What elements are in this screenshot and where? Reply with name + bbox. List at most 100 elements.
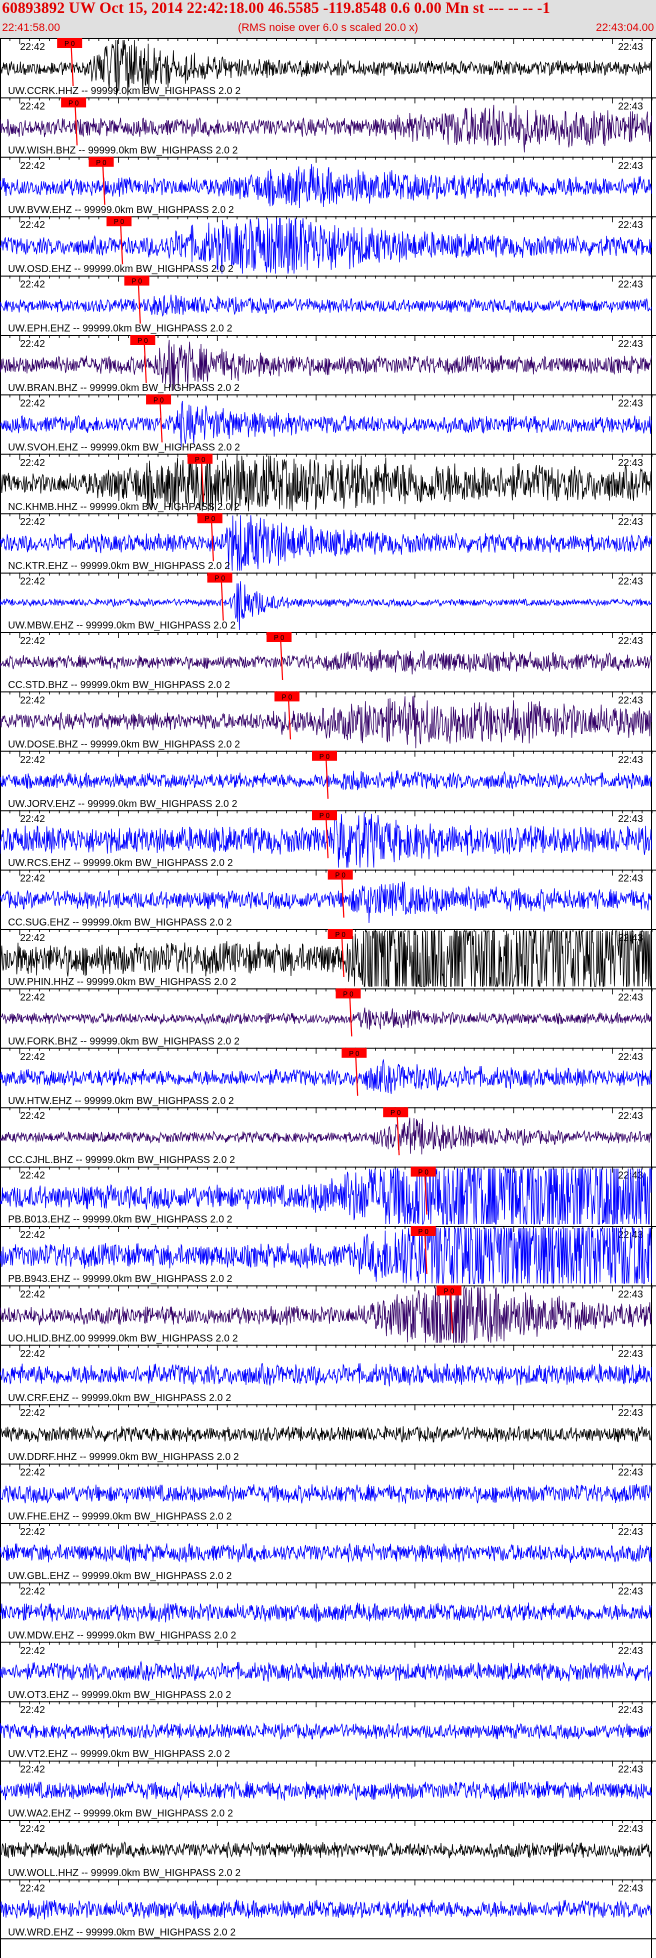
minute-label-left: 22:42 <box>20 1824 45 1835</box>
trace-30: 22:42 22:43 UW.WOLL.HHZ -- 99999.0km BW_HI… <box>0 1820 656 1879</box>
pick-label: P 0 <box>138 338 148 345</box>
minute-label-right: 22:43 <box>618 398 643 409</box>
station-label: UW.MDW.EHZ -- 99999.0km BW_HIGHPASS 2.0 … <box>8 1630 237 1641</box>
minute-label-left: 22:42 <box>20 874 45 885</box>
minute-label-left: 22:42 <box>20 1289 45 1300</box>
trace-0: 22:42 22:43 P 0 UW.CCRK.HHZ -- 99999.0km BW… <box>0 38 656 97</box>
pick-label: P 0 <box>343 991 353 998</box>
minute-label-right: 22:43 <box>618 1646 643 1657</box>
waveform <box>0 1722 652 1740</box>
minute-label-left: 22:42 <box>20 458 45 469</box>
trace-24: 22:42 22:43 UW.FHE.EHZ -- 99999.0km BW_HIG… <box>0 1463 656 1523</box>
pick-label: P 0 <box>282 694 292 701</box>
minute-label-left: 22:42 <box>20 992 45 1003</box>
minute-label-right: 22:43 <box>618 1883 643 1894</box>
pick-label: P 0 <box>274 635 284 642</box>
trace-23: 22:42 22:43 UW.DDRF.HHZ -- 99999.0km BW_HI… <box>0 1404 656 1463</box>
pick-line <box>355 1053 359 1096</box>
minute-label-left: 22:42 <box>20 1527 45 1538</box>
pick-label: P 0 <box>390 1110 400 1117</box>
minute-label-left: 22:42 <box>20 1765 45 1776</box>
waveform <box>0 1362 652 1387</box>
waveform <box>0 1059 652 1094</box>
waveform <box>0 1007 652 1030</box>
trace-2: 22:42 22:43 P 0 UW.BVW.EHZ -- 99999.0km BW_… <box>0 156 656 216</box>
waveform <box>0 294 652 317</box>
minute-label-right: 22:43 <box>618 874 643 885</box>
station-label: UW.RCS.EHZ -- 99999.0km BW_HIGHPASS 2.0 … <box>8 858 233 869</box>
minute-label-right: 22:43 <box>618 1586 643 1597</box>
minute-label-right: 22:43 <box>618 458 643 469</box>
station-label: UW.DOSE.BHZ -- 99999.0km BW_HIGHPASS 2.0… <box>8 739 241 750</box>
minute-label-left: 22:42 <box>20 517 45 528</box>
station-label: UW.OT3.EHZ -- 99999.0km BW_HIGHPASS 2.0 … <box>8 1690 232 1701</box>
minute-label-left: 22:42 <box>20 1883 45 1894</box>
waveform <box>0 1117 652 1155</box>
station-label: UW.WRD.EHZ -- 99999.0km BW_HIGHPASS 2.0 … <box>8 1927 236 1938</box>
minute-label-right: 22:43 <box>618 1468 643 1479</box>
header-bar: 60893892 UW Oct 15, 2014 22:42:18.00 46.… <box>0 0 656 38</box>
pick-line <box>287 697 292 740</box>
minute-label-right: 22:43 <box>618 1824 643 1835</box>
pick-line <box>137 281 141 324</box>
waveform <box>0 1660 652 1682</box>
trace-31: 22:42 22:43 UW.WRD.EHZ -- 99999.0km BW_HIG… <box>0 1879 656 1938</box>
station-label: UW.HTW.EHZ -- 99999.0km BW_HIGHPASS 2.0 … <box>8 1096 234 1107</box>
waveform <box>0 1899 652 1920</box>
minute-label-left: 22:42 <box>20 755 45 766</box>
trace-8: 22:42 22:43 P 0 NC.KTR.EHZ -- 99999.0km BW_… <box>0 513 656 572</box>
trace-9: 22:42 22:43 P 0 UW.MBW.EHZ -- 99999.0km BW_… <box>0 572 656 632</box>
minute-label-right: 22:43 <box>618 517 643 528</box>
trace-14: 22:42 22:43 P 0 CC.SUG.EHZ -- 99999.0km BW_… <box>0 869 656 929</box>
waveform <box>0 649 652 675</box>
station-label: UW.WISH.BHZ -- 99999.0km BW_HIGHPASS 2.0… <box>8 145 238 156</box>
minute-label-right: 22:43 <box>618 1111 643 1122</box>
pick-label: P 0 <box>418 1170 428 1177</box>
minute-label-left: 22:42 <box>20 280 45 291</box>
pick-label: P 0 <box>96 160 106 167</box>
minute-label-left: 22:42 <box>20 161 45 172</box>
minute-label-right: 22:43 <box>618 1349 643 1360</box>
minute-label-left: 22:42 <box>20 1408 45 1419</box>
waveform <box>0 1780 652 1801</box>
pick-label: P 0 <box>319 754 329 761</box>
minute-label-left: 22:42 <box>20 42 45 53</box>
waveform <box>0 1542 652 1563</box>
pick-line <box>325 816 329 859</box>
minute-label-left: 22:42 <box>20 1230 45 1241</box>
minute-label-left: 22:42 <box>20 1705 45 1716</box>
station-label: UW.BVW.EHZ -- 99999.0km BW_HIGHPASS 2.0 … <box>8 205 234 216</box>
trace-3: 22:42 22:43 P 0 UW.OSD.EHZ -- 99999.0km BW_… <box>0 216 656 275</box>
minute-label-right: 22:43 <box>618 42 643 53</box>
pick-label: P 0 <box>319 813 329 820</box>
minute-label-left: 22:42 <box>20 1349 45 1360</box>
minute-label-left: 22:42 <box>20 1111 45 1122</box>
minute-label-right: 22:43 <box>618 1705 643 1716</box>
minute-label-right: 22:43 <box>618 577 643 588</box>
minute-label-left: 22:42 <box>20 1586 45 1597</box>
pick-label: P 0 <box>335 873 345 880</box>
minute-label-right: 22:43 <box>618 1527 643 1538</box>
trace-6: 22:42 22:43 P 0 UW.SVOH.EHZ -- 99999.0km BW… <box>0 394 656 453</box>
trace-27: 22:42 22:43 UW.OT3.EHZ -- 99999.0km BW_HIG… <box>0 1641 656 1701</box>
trace-15: 22:42 22:43P 0UW.PHIN.HHZ -- 99999.0km BW… <box>0 929 656 988</box>
station-label: UW.CCRK.HHZ -- 99999.0km BW_HIGHPASS 2.0… <box>8 86 241 97</box>
seismogram-plot: 22:42 22:43 P 0 UW.CCRK.HHZ -- 99999.0km BW… <box>0 38 656 1958</box>
scaling-note: (RMS noise over 6.0 s scaled 20.0 x) <box>237 22 419 34</box>
pick-label: P 0 <box>153 397 163 404</box>
minute-label-left: 22:42 <box>20 1646 45 1657</box>
trace-25: 22:42 22:43 UW.GBL.EHZ -- 99999.0km BW_HIG… <box>0 1523 656 1582</box>
minute-label-right: 22:43 <box>618 636 643 647</box>
pick-label: P 0 <box>68 100 78 107</box>
station-label: NC.KTR.EHZ -- 99999.0km BW_HIGHPASS 2.0 … <box>8 561 231 572</box>
trace-10: 22:42 22:43 P 0 CC.STD.BHZ -- 99999.0km BW_… <box>0 632 656 691</box>
minute-label-right: 22:43 <box>618 1408 643 1419</box>
minute-label-right: 22:43 <box>618 101 643 112</box>
minute-label-left: 22:42 <box>20 1468 45 1479</box>
station-label: UW.JORV.EHZ -- 99999.0km BW_HIGHPASS 2.0… <box>8 799 238 810</box>
waveform <box>0 163 652 209</box>
station-label: UW.BRAN.BHZ -- 99999.0km BW_HIGHPASS 2.0… <box>8 383 240 394</box>
station-label: UW.PHIN.HHZ -- 99999.0km BW_HIGHPASS 2.0… <box>8 977 237 988</box>
trace-13: 22:42 22:43 P 0 UW.RCS.EHZ -- 99999.0km BW_… <box>0 810 656 869</box>
minute-label-left: 22:42 <box>20 220 45 231</box>
